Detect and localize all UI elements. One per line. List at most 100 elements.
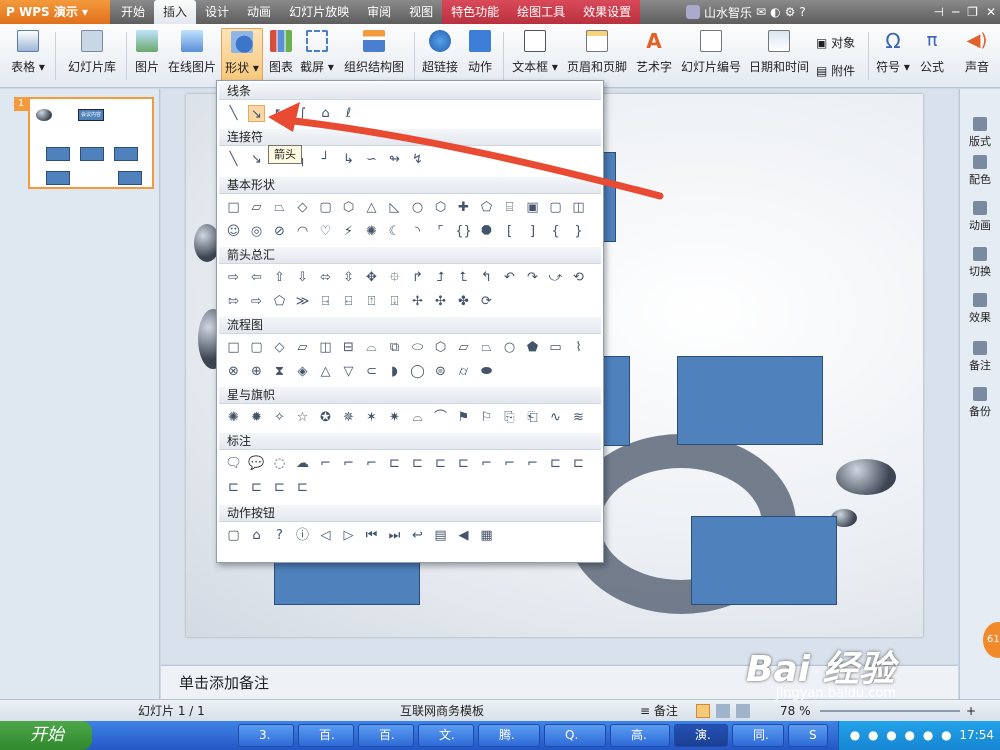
flowchart-shape[interactable]: ⌭ <box>455 363 472 380</box>
shapes-button[interactable]: 形状 ▾ <box>221 28 263 84</box>
block-arrow-shape[interactable]: ✣ <box>432 293 449 310</box>
action-button-shape[interactable]: ▦ <box>478 527 495 544</box>
block-arrow-shape[interactable]: ⇩ <box>294 269 311 286</box>
flowchart-shape[interactable]: □ <box>225 339 242 356</box>
taskbar-item[interactable]: 百. <box>298 724 354 747</box>
connector-shape[interactable]: ↳ <box>340 151 357 168</box>
basic-shape[interactable]: ⌜ <box>432 223 449 240</box>
animation-panel-button[interactable]: 动画 <box>960 201 1000 233</box>
close-icon[interactable]: ✕ <box>986 2 996 22</box>
help-icon[interactable]: ? <box>799 5 805 19</box>
date-time-button[interactable]: 日期和时间 <box>748 28 810 84</box>
slide-library-button[interactable]: 幻灯片库 <box>62 28 122 84</box>
zoom-slider[interactable] <box>820 710 960 712</box>
taskbar-item[interactable]: Q. <box>544 724 606 747</box>
scribble-shape[interactable]: ℓ <box>340 105 357 122</box>
basic-shape[interactable]: ◠ <box>294 223 311 240</box>
block-arrow-shape[interactable]: ✤ <box>455 293 472 310</box>
callout-shape[interactable]: 🗨 <box>225 455 242 472</box>
normal-view-icon[interactable] <box>696 704 710 718</box>
callout-shape[interactable]: ⊏ <box>248 479 265 496</box>
flowchart-shape[interactable]: ⌓ <box>363 339 380 356</box>
basic-shape[interactable]: △ <box>363 199 380 216</box>
block-arrow-shape[interactable]: ⇨ <box>225 269 242 286</box>
backup-panel-button[interactable]: 备份 <box>960 387 1000 419</box>
slideshow-view-icon[interactable] <box>736 704 750 718</box>
basic-shape[interactable]: ○ <box>409 199 426 216</box>
callout-shape[interactable]: ⌐ <box>363 455 380 472</box>
basic-shape[interactable]: ⬠ <box>478 199 495 216</box>
banner-shape[interactable]: ≋ <box>570 409 587 426</box>
star-shape[interactable]: ✪ <box>317 409 334 426</box>
tab-review[interactable]: 审阅 <box>358 0 400 24</box>
flowchart-shape[interactable]: ▭ <box>547 339 564 356</box>
action-button-shape[interactable]: ⏮ <box>363 527 380 544</box>
callout-shape[interactable]: ☁ <box>294 455 311 472</box>
start-button[interactable]: 开始 <box>0 721 92 750</box>
zoom-level[interactable]: 78 % <box>780 700 811 722</box>
basic-shape[interactable]: ☺ <box>225 223 242 240</box>
tab-special[interactable]: 特色功能 <box>442 0 509 24</box>
connector-shape[interactable]: ↯ <box>409 151 426 168</box>
block-arrow-shape[interactable]: ↷ <box>524 269 541 286</box>
flowchart-shape[interactable]: ⬬ <box>478 363 495 380</box>
object-button[interactable]: ▣ 对象 <box>816 34 855 51</box>
basic-shape[interactable]: ◫ <box>570 199 587 216</box>
star-shape[interactable]: ✶ <box>363 409 380 426</box>
block-arrow-shape[interactable]: ⍈ <box>317 293 334 310</box>
block-arrow-shape[interactable]: ⮤ <box>455 269 472 286</box>
basic-shape[interactable]: ◇ <box>294 199 311 216</box>
curve-shape[interactable]: ∫ <box>294 105 311 122</box>
banner-shape[interactable]: ⌓ <box>409 409 426 426</box>
block-arrow-shape[interactable]: ⟲ <box>570 269 587 286</box>
block-arrow-shape[interactable]: ⤻ <box>547 269 564 286</box>
flowchart-shape[interactable]: ◈ <box>294 363 311 380</box>
basic-shape[interactable]: ✺ <box>363 223 380 240</box>
tab-animation[interactable]: 动画 <box>238 0 280 24</box>
connector-shape[interactable]: ↘ <box>248 151 265 168</box>
callout-shape[interactable]: ◌ <box>271 455 288 472</box>
callout-shape[interactable]: 💬 <box>248 455 265 472</box>
basic-shape[interactable]: ⚡ <box>340 223 357 240</box>
notes-toggle[interactable]: ≡ 备注 <box>640 700 678 722</box>
tab-effects[interactable]: 效果设置 <box>574 0 641 24</box>
basic-shape[interactable]: ✚ <box>455 199 472 216</box>
avatar[interactable] <box>686 5 700 19</box>
flowchart-shape[interactable]: ⊗ <box>225 363 242 380</box>
callout-shape[interactable]: ⊏ <box>409 455 426 472</box>
slide-thumbnail[interactable]: 会议内容 <box>28 97 154 189</box>
callout-shape[interactable]: ⊏ <box>271 479 288 496</box>
banner-shape[interactable]: ⚐ <box>478 409 495 426</box>
action-button-shape[interactable]: ▤ <box>432 527 449 544</box>
notes-panel-button[interactable]: 备注 <box>960 341 1000 373</box>
attachment-button[interactable]: ▤ 附件 <box>816 62 855 79</box>
callout-shape[interactable]: ⊏ <box>432 455 449 472</box>
flowchart-shape[interactable]: ○ <box>501 339 518 356</box>
action-button-shape[interactable]: ▢ <box>225 527 242 544</box>
block-arrow-shape[interactable]: ⮥ <box>432 269 449 286</box>
callout-shape[interactable]: ⊏ <box>386 455 403 472</box>
flowchart-shape[interactable]: ▢ <box>248 339 265 356</box>
basic-shape[interactable]: [ <box>501 223 518 240</box>
block-arrow-shape[interactable]: ⬄ <box>317 269 334 286</box>
block-arrow-shape[interactable]: ✥ <box>363 269 380 286</box>
taskbar-item[interactable]: 腾. <box>478 724 540 747</box>
flowchart-shape[interactable]: ▽ <box>340 363 357 380</box>
tab-insert[interactable]: 插入 <box>154 0 197 24</box>
block-arrow-shape[interactable]: ✢ <box>409 293 426 310</box>
taskbar-item[interactable]: 文. <box>418 724 474 747</box>
callout-shape[interactable]: ⌐ <box>524 455 541 472</box>
user-name[interactable]: 山水智乐 <box>704 4 752 21</box>
block-arrow-shape[interactable]: ⟳ <box>478 293 495 310</box>
callout-shape[interactable]: ⌐ <box>340 455 357 472</box>
flowchart-shape[interactable]: ⊂ <box>363 363 380 380</box>
callout-shape[interactable]: ⌐ <box>317 455 334 472</box>
flowchart-shape[interactable]: ⊜ <box>432 363 449 380</box>
tab-view[interactable]: 视图 <box>400 0 442 24</box>
basic-shape[interactable]: ◎ <box>248 223 265 240</box>
slide-number-button[interactable]: 幻灯片编号 <box>680 28 742 84</box>
org-chart-button[interactable]: 组织结构图 <box>342 28 406 84</box>
slide-sorter-icon[interactable] <box>716 704 730 718</box>
action-button-shape[interactable]: ⏭ <box>386 527 403 544</box>
flowchart-shape[interactable]: ⬭ <box>409 339 426 356</box>
